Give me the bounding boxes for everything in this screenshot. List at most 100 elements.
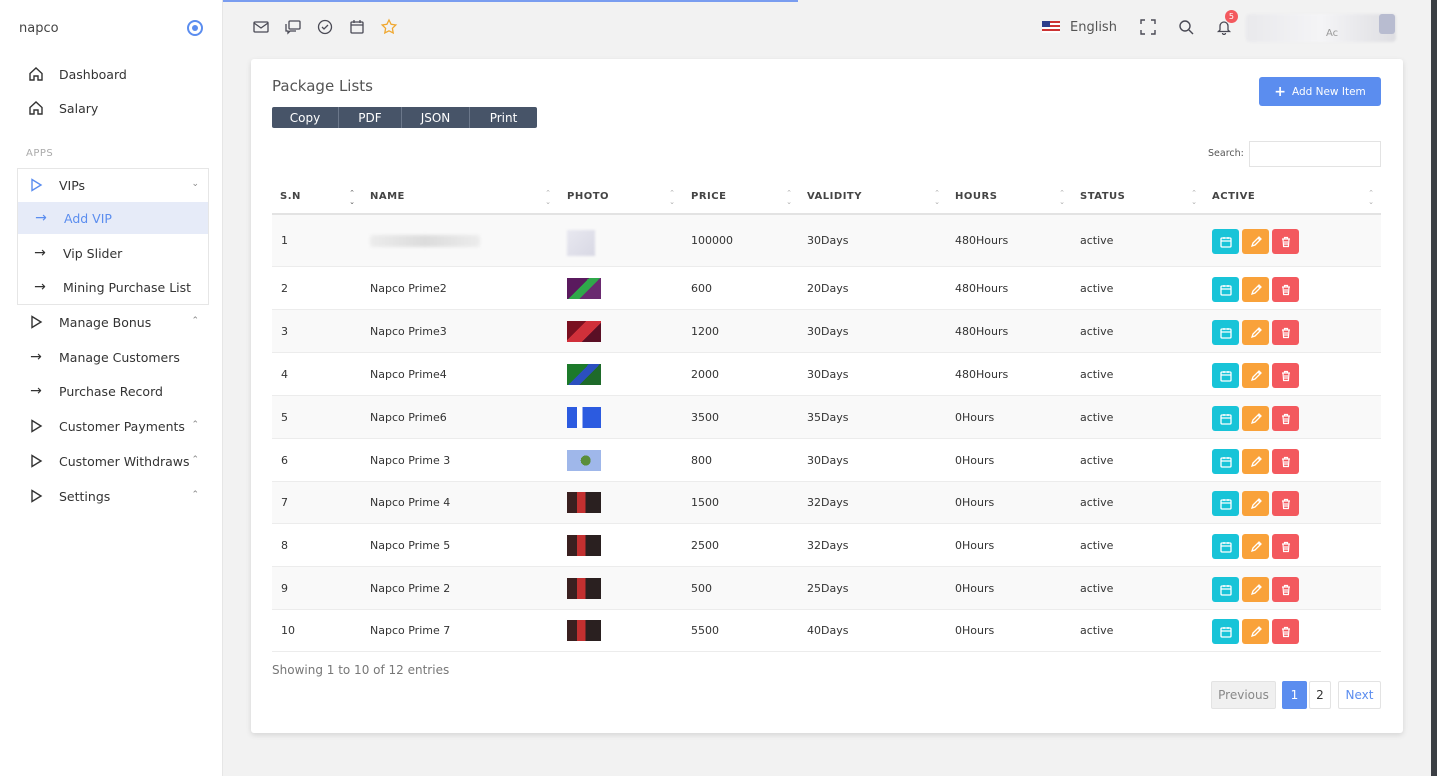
star-icon[interactable] — [380, 18, 398, 36]
check-circle-icon[interactable] — [316, 18, 334, 36]
sort-icon[interactable]: ⌃ ⌄ — [1058, 189, 1066, 207]
delete-button[interactable] — [1272, 320, 1299, 345]
add-new-item-label: Add New Item — [1291, 85, 1366, 98]
column-header-price[interactable]: PRICE — [691, 191, 726, 202]
column-header-hours[interactable]: HOURS — [955, 191, 997, 202]
column-header-validity[interactable]: VALIDITY — [807, 191, 862, 202]
edit-button[interactable] — [1242, 449, 1269, 474]
sort-asc-icon[interactable]: ⌃ ⌄ — [348, 189, 356, 207]
view-button[interactable] — [1212, 449, 1239, 474]
delete-button[interactable] — [1272, 406, 1299, 431]
view-button[interactable] — [1212, 406, 1239, 431]
column-header-status[interactable]: STATUS — [1080, 191, 1125, 202]
sort-icon[interactable]: ⌃ ⌄ — [1190, 189, 1198, 207]
row-actions — [1212, 406, 1299, 431]
copy-button[interactable]: Copy — [272, 107, 339, 128]
cell-validity: 30Days — [807, 454, 849, 467]
edit-button[interactable] — [1242, 406, 1269, 431]
sidebar-item-label: Customer Payments — [59, 418, 185, 434]
delete-button[interactable] — [1272, 619, 1299, 644]
column-header-sn[interactable]: S.N — [280, 191, 301, 202]
view-button[interactable] — [1212, 229, 1239, 254]
sidebar-item-settings[interactable]: Settings ⌃ — [17, 480, 209, 512]
edit-button[interactable] — [1242, 619, 1269, 644]
edit-button[interactable] — [1242, 229, 1269, 254]
pagination-previous[interactable]: Previous — [1211, 681, 1276, 709]
delete-button[interactable] — [1272, 577, 1299, 602]
pagination-page-2[interactable]: 2 — [1309, 681, 1331, 709]
sidebar-item-customer-withdraws[interactable]: Customer Withdraws ⌃ — [17, 445, 209, 477]
view-button[interactable] — [1212, 577, 1239, 602]
trash-icon — [1281, 370, 1290, 381]
edit-button[interactable] — [1242, 363, 1269, 388]
view-button[interactable] — [1212, 491, 1239, 516]
sidebar-item-manage-customers[interactable]: → Manage Customers — [17, 341, 209, 373]
view-button[interactable] — [1212, 363, 1239, 388]
sidebar-item-salary[interactable]: Salary — [17, 92, 209, 124]
cell-hours: 480Hours — [955, 368, 1009, 381]
package-photo — [567, 407, 601, 428]
cell-name: Napco Prime 5 — [370, 539, 451, 552]
language-selector[interactable]: English — [1070, 20, 1117, 35]
cell-hours: 480Hours — [955, 282, 1009, 295]
us-flag-icon — [1042, 21, 1060, 33]
search-icon[interactable] — [1177, 18, 1195, 36]
header-right: English 5 — [1042, 10, 1253, 40]
edit-button[interactable] — [1242, 277, 1269, 302]
sort-icon[interactable]: ⌃ ⌄ — [544, 189, 552, 207]
fullscreen-icon[interactable] — [1139, 18, 1157, 36]
sidebar-toggle-icon[interactable] — [187, 20, 203, 36]
column-header-photo[interactable]: PHOTO — [567, 191, 609, 202]
pagination-next[interactable]: Next — [1338, 681, 1381, 709]
sidebar-item-vips[interactable]: VIPs ⌄ — [17, 169, 209, 201]
json-button[interactable]: JSON — [402, 107, 470, 128]
cell-status: active — [1080, 454, 1114, 467]
edit-button[interactable] — [1242, 534, 1269, 559]
edit-button[interactable] — [1242, 577, 1269, 602]
delete-button[interactable] — [1272, 229, 1299, 254]
row-actions — [1212, 363, 1299, 388]
calendar-icon — [1219, 236, 1232, 248]
pagination-page-1[interactable]: 1 — [1282, 681, 1307, 709]
sort-icon[interactable]: ⌃ ⌄ — [785, 189, 793, 207]
sidebar-item-mining-purchase-list[interactable]: → Mining Purchase List — [17, 271, 209, 303]
column-header-active[interactable]: ACTIVE — [1212, 191, 1255, 202]
sidebar-item-customer-payments[interactable]: Customer Payments ⌃ — [17, 410, 209, 442]
delete-button[interactable] — [1272, 363, 1299, 388]
avatar[interactable] — [1379, 14, 1395, 34]
view-button[interactable] — [1212, 277, 1239, 302]
edit-button[interactable] — [1242, 491, 1269, 516]
edit-button[interactable] — [1242, 320, 1269, 345]
column-header-name[interactable]: NAME — [370, 191, 405, 202]
search-input[interactable] — [1249, 141, 1381, 167]
row-actions — [1212, 619, 1299, 644]
mail-icon[interactable] — [252, 18, 270, 36]
pdf-button[interactable]: PDF — [339, 107, 402, 128]
sidebar-item-add-vip[interactable]: → Add VIP — [18, 202, 208, 234]
chat-icon[interactable] — [284, 18, 302, 36]
view-button[interactable] — [1212, 320, 1239, 345]
bell-icon[interactable]: 5 — [1215, 10, 1238, 36]
cell-validity: 40Days — [807, 624, 849, 637]
sort-icon[interactable]: ⌃ ⌄ — [1367, 189, 1375, 207]
sort-icon[interactable]: ⌃ ⌄ — [933, 189, 941, 207]
view-button[interactable] — [1212, 534, 1239, 559]
sort-icon[interactable]: ⌃ ⌄ — [668, 189, 676, 207]
user-name-redacted[interactable] — [1246, 14, 1396, 42]
sidebar-item-vip-slider[interactable]: → Vip Slider — [17, 237, 209, 269]
delete-button[interactable] — [1272, 534, 1299, 559]
print-button[interactable]: Print — [470, 107, 537, 128]
sidebar-item-purchase-record[interactable]: → Purchase Record — [17, 375, 209, 407]
calendar-icon[interactable] — [348, 18, 366, 36]
sidebar-item-dashboard[interactable]: Dashboard — [17, 58, 209, 90]
table-row: 1 100000 30Days 480Hours active — [272, 215, 1381, 267]
delete-button[interactable] — [1272, 449, 1299, 474]
delete-button[interactable] — [1272, 491, 1299, 516]
add-new-item-button[interactable]: + Add New Item — [1259, 77, 1381, 106]
delete-button[interactable] — [1272, 277, 1299, 302]
pencil-icon — [1250, 412, 1262, 424]
table-row: 8 Napco Prime 5 2500 32Days 0Hours active — [272, 524, 1381, 567]
sidebar-item-manage-bonus[interactable]: Manage Bonus ⌃ — [17, 306, 209, 338]
view-button[interactable] — [1212, 619, 1239, 644]
cell-validity: 32Days — [807, 539, 849, 552]
